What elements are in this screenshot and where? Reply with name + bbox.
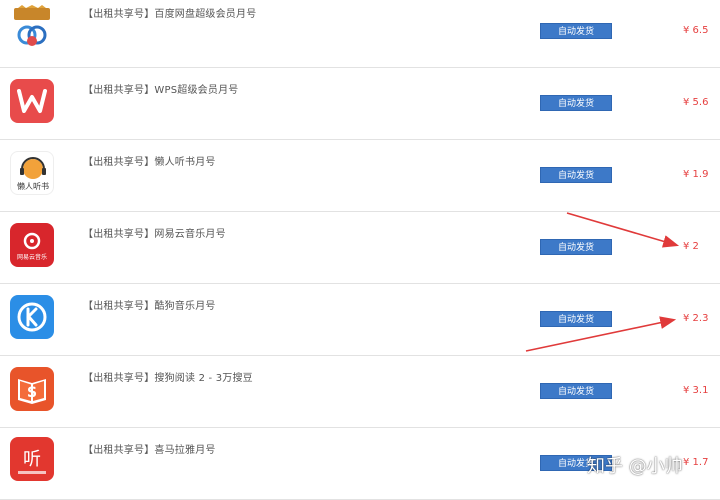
product-price: ¥ 2.3 bbox=[683, 313, 709, 324]
baidu-netdisk-icon bbox=[10, 5, 54, 49]
product-title: 【出租共享号】百度网盘超级会员月号 bbox=[83, 9, 257, 20]
auto-delivery-button[interactable]: 自动发货 bbox=[540, 383, 612, 399]
auto-delivery-button[interactable]: 自动发货 bbox=[540, 23, 612, 39]
svg-text:听: 听 bbox=[23, 449, 41, 470]
svg-text:懒人听书: 懒人听书 bbox=[17, 181, 49, 191]
wps-icon bbox=[10, 79, 54, 123]
product-price: ¥ 2 bbox=[683, 241, 699, 252]
list-item[interactable]: 懒人听书 【出租共享号】懒人听书月号 自动发货 ¥ 1.9 bbox=[0, 139, 720, 212]
list-item[interactable]: S 【出租共享号】搜狗阅读 2 - 3万搜豆 自动发货 ¥ 3.1 bbox=[0, 355, 720, 428]
ximalaya-icon: 听 bbox=[10, 437, 54, 481]
auto-delivery-button[interactable]: 自动发货 bbox=[540, 239, 612, 255]
product-title: 【出租共享号】喜马拉雅月号 bbox=[83, 445, 216, 456]
list-item[interactable]: 【出租共享号】酷狗音乐月号 自动发货 ¥ 2.3 bbox=[0, 283, 720, 356]
product-price: ¥ 1.9 bbox=[683, 169, 709, 180]
product-price: ¥ 6.5 bbox=[683, 25, 709, 36]
svg-text:S: S bbox=[27, 385, 37, 401]
product-title: 【出租共享号】懒人听书月号 bbox=[83, 157, 216, 168]
svg-text:网易云音乐: 网易云音乐 bbox=[17, 253, 47, 261]
product-price: ¥ 3.1 bbox=[683, 385, 709, 396]
netease-music-icon: 网易云音乐 bbox=[10, 223, 54, 267]
kugou-music-icon bbox=[10, 295, 54, 339]
sogou-reader-icon: S bbox=[10, 367, 54, 411]
list-item[interactable]: 网易云音乐 【出租共享号】网易云音乐月号 自动发货 ¥ 2 bbox=[0, 211, 720, 284]
lazy-audiobook-icon: 懒人听书 bbox=[10, 151, 54, 195]
auto-delivery-button[interactable]: 自动发货 bbox=[540, 167, 612, 183]
auto-delivery-button[interactable]: 自动发货 bbox=[540, 311, 612, 327]
auto-delivery-button[interactable]: 自动发货 bbox=[540, 95, 612, 111]
product-title: 【出租共享号】网易云音乐月号 bbox=[83, 229, 226, 240]
watermark: 知乎 @小帅 bbox=[587, 456, 683, 477]
product-title: 【出租共享号】酷狗音乐月号 bbox=[83, 301, 216, 312]
product-price: ¥ 5.6 bbox=[683, 97, 709, 108]
list-item[interactable]: 【出租共享号】WPS超级会员月号 自动发货 ¥ 5.6 bbox=[0, 67, 720, 140]
product-title: 【出租共享号】WPS超级会员月号 bbox=[83, 85, 239, 96]
product-title: 【出租共享号】搜狗阅读 2 - 3万搜豆 bbox=[83, 373, 253, 384]
product-price: ¥ 1.7 bbox=[683, 457, 709, 468]
list-item[interactable]: 【出租共享号】百度网盘超级会员月号 自动发货 ¥ 6.5 bbox=[0, 0, 720, 68]
